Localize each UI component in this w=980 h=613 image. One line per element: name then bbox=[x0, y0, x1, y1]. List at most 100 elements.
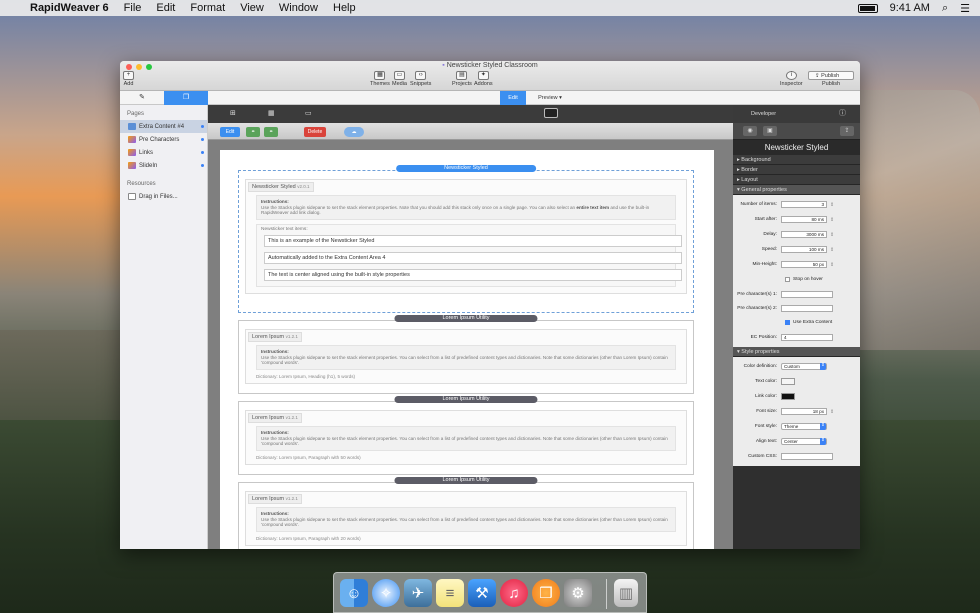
menu-file[interactable]: File bbox=[124, 2, 142, 14]
stack-newsticker[interactable]: Newsticker Styled Newsticker Styled v2.0… bbox=[238, 165, 694, 313]
color-definition-select[interactable]: Custom bbox=[781, 363, 827, 370]
tab-tools[interactable]: ✎ bbox=[120, 91, 164, 105]
link-button[interactable]: ⚭ bbox=[246, 127, 260, 137]
unlink-icon: ⚭ bbox=[268, 129, 274, 135]
device-size-icon[interactable] bbox=[544, 108, 558, 118]
spotlight-icon[interactable]: ⌕ bbox=[942, 2, 948, 15]
media-button[interactable]: ▭ Media bbox=[392, 71, 407, 87]
stacks-page-icon bbox=[128, 149, 136, 156]
stop-on-hover-checkbox[interactable] bbox=[785, 277, 790, 282]
page-status-dot bbox=[201, 125, 204, 128]
themes-button[interactable]: ▦ Themes bbox=[370, 71, 390, 87]
sidebar-drag-in-files[interactable]: Drag in Files... bbox=[120, 190, 207, 203]
stack-label[interactable]: Lorem Ipsum Utility bbox=[394, 477, 538, 484]
dictionary-info: Dictionary: Lorem Ipsum, Heading (h1), 5… bbox=[256, 373, 356, 379]
stack-lorem-ipsum[interactable]: Lorem Ipsum Utility Lorem Ipsum v1.2.1 I… bbox=[238, 477, 694, 549]
lock-icon[interactable]: ▣ bbox=[763, 126, 777, 136]
tab-preview[interactable]: Preview ▾ bbox=[530, 91, 570, 105]
menu-edit[interactable]: Edit bbox=[156, 2, 175, 14]
menu-format[interactable]: Format bbox=[190, 2, 225, 14]
export-icon[interactable]: ⇪ bbox=[840, 126, 854, 136]
newsticker-items: Newsticker text items: This is an exampl… bbox=[256, 223, 682, 287]
link-color-well[interactable] bbox=[781, 393, 795, 400]
pre-characters-1-field[interactable] bbox=[781, 290, 833, 298]
ibooks-icon[interactable]: ❒ bbox=[532, 579, 560, 607]
stepper-icon[interactable]: ⇕ bbox=[830, 247, 834, 253]
stepper-icon[interactable]: ⇕ bbox=[830, 232, 834, 238]
add-button[interactable]: + Add bbox=[123, 71, 134, 87]
section-layout[interactable]: ▸ Layout bbox=[733, 175, 860, 185]
title-bar: ▪ Newsticker Styled Classroom + Add ▦ Them… bbox=[120, 61, 860, 91]
grid-icon[interactable]: ▦ bbox=[268, 109, 275, 117]
info-icon[interactable]: ⓘ bbox=[839, 105, 846, 123]
font-style-select[interactable]: Theme bbox=[781, 423, 827, 430]
custom-css-field[interactable] bbox=[781, 453, 833, 460]
inspector-button[interactable]: i Inspector bbox=[780, 71, 803, 87]
dictionary-info: Dictionary: Lorem Ipsum, Paragraph with … bbox=[256, 454, 361, 460]
safari-icon[interactable]: ✧ bbox=[372, 579, 400, 607]
number-of-items-field[interactable]: 3 bbox=[781, 201, 827, 208]
stepper-icon[interactable]: ⇕ bbox=[830, 409, 834, 415]
pages-header: Pages bbox=[127, 111, 145, 117]
ec-position-field[interactable]: 4 bbox=[781, 334, 833, 341]
sidebar-page-links[interactable]: Links bbox=[120, 146, 207, 159]
min-height-field[interactable]: 50 px bbox=[781, 261, 827, 268]
stack-lorem-ipsum[interactable]: Lorem Ipsum Utility Lorem Ipsum v1.2.1 I… bbox=[238, 315, 694, 394]
sidebar-page-pre-characters[interactable]: Pre Characters bbox=[120, 133, 207, 146]
publish-dropdown[interactable]: ⇪ Publish bbox=[808, 71, 854, 80]
addons-button[interactable]: ✦ Addons bbox=[474, 71, 493, 87]
stack-label[interactable]: Newsticker Styled bbox=[396, 165, 536, 172]
itunes-icon[interactable]: ♫ bbox=[500, 579, 528, 607]
menu-view[interactable]: View bbox=[240, 2, 264, 14]
use-extra-content-checkbox[interactable] bbox=[785, 320, 790, 325]
start-after-field[interactable]: 80 ms bbox=[781, 216, 827, 223]
delay-field[interactable]: 3000 ms bbox=[781, 231, 827, 238]
stack-label[interactable]: Lorem Ipsum Utility bbox=[394, 315, 538, 322]
unlink-button[interactable]: ⚭ bbox=[264, 127, 278, 137]
stepper-icon[interactable]: ⇕ bbox=[830, 217, 834, 223]
menu-window[interactable]: Window bbox=[279, 2, 318, 14]
font-size-field[interactable]: 18 px bbox=[781, 408, 827, 415]
section-style-properties[interactable]: ▾ Style properties bbox=[733, 347, 860, 357]
pre-characters-2-field[interactable] bbox=[781, 304, 833, 312]
newsticker-item-field[interactable]: Automatically added to the Extra Content… bbox=[264, 251, 682, 264]
themes-icon: ▦ bbox=[374, 71, 386, 80]
section-background[interactable]: ▸ Background bbox=[733, 155, 860, 165]
trash-icon[interactable]: ▥ bbox=[614, 579, 638, 607]
eye-icon[interactable]: ◉ bbox=[743, 126, 757, 136]
stack-lorem-ipsum[interactable]: Lorem Ipsum Utility Lorem Ipsum v1.2.1 I… bbox=[238, 396, 694, 475]
xcode-icon[interactable]: ⚒ bbox=[468, 579, 496, 607]
stepper-icon[interactable]: ⇕ bbox=[830, 262, 834, 268]
library-icon[interactable]: ⊞ bbox=[230, 109, 236, 117]
battery-icon[interactable] bbox=[857, 3, 878, 13]
notification-center-icon[interactable]: ☰ bbox=[960, 2, 970, 15]
finder-icon[interactable]: ☺ bbox=[340, 579, 368, 607]
cloud-icon[interactable]: ☁ bbox=[344, 127, 364, 137]
newsticker-item-field[interactable]: This is an example of the Newsticker Sty… bbox=[264, 234, 682, 247]
menu-app[interactable]: RapidWeaver 6 bbox=[30, 2, 109, 14]
section-general-properties[interactable]: ▾ General properties bbox=[733, 185, 860, 195]
preview-icon[interactable]: ✈ bbox=[404, 579, 432, 607]
system-preferences-icon[interactable]: ⚙ bbox=[564, 579, 592, 607]
newsticker-item-field[interactable]: The text is center aligned using the bui… bbox=[264, 268, 682, 281]
clock[interactable]: 9:41 AM bbox=[890, 2, 930, 14]
projects-button[interactable]: ▤ Projects bbox=[452, 71, 472, 87]
speed-field[interactable]: 100 ms bbox=[781, 246, 827, 253]
text-color-well[interactable] bbox=[781, 378, 795, 385]
sidebar-page-slidein[interactable]: SlideIn bbox=[120, 159, 207, 172]
instructions: Instructions: Use the Stacks plugin sidep… bbox=[256, 426, 676, 451]
delete-button[interactable]: Delete bbox=[304, 127, 326, 137]
menu-help[interactable]: Help bbox=[333, 2, 356, 14]
align-text-select[interactable]: Center bbox=[781, 438, 827, 445]
tab-pages[interactable]: ❐ bbox=[164, 91, 208, 105]
notes-icon[interactable]: ≡ bbox=[436, 579, 464, 607]
tab-edit[interactable]: Edit bbox=[500, 91, 526, 105]
stepper-icon[interactable]: ⇕ bbox=[830, 202, 834, 208]
stack-label[interactable]: Lorem Ipsum Utility bbox=[394, 396, 538, 403]
image-icon[interactable]: ▭ bbox=[305, 109, 312, 117]
sidebar-page-extra-content[interactable]: Extra Content #4 bbox=[120, 120, 207, 133]
section-border[interactable]: ▸ Border bbox=[733, 165, 860, 175]
snippets-button[interactable]: ‹› Snippets bbox=[410, 71, 431, 87]
stack-edit-button[interactable]: Edit bbox=[220, 127, 240, 137]
sidebar: Pages Extra Content #4 Pre Characters Li… bbox=[120, 105, 208, 549]
